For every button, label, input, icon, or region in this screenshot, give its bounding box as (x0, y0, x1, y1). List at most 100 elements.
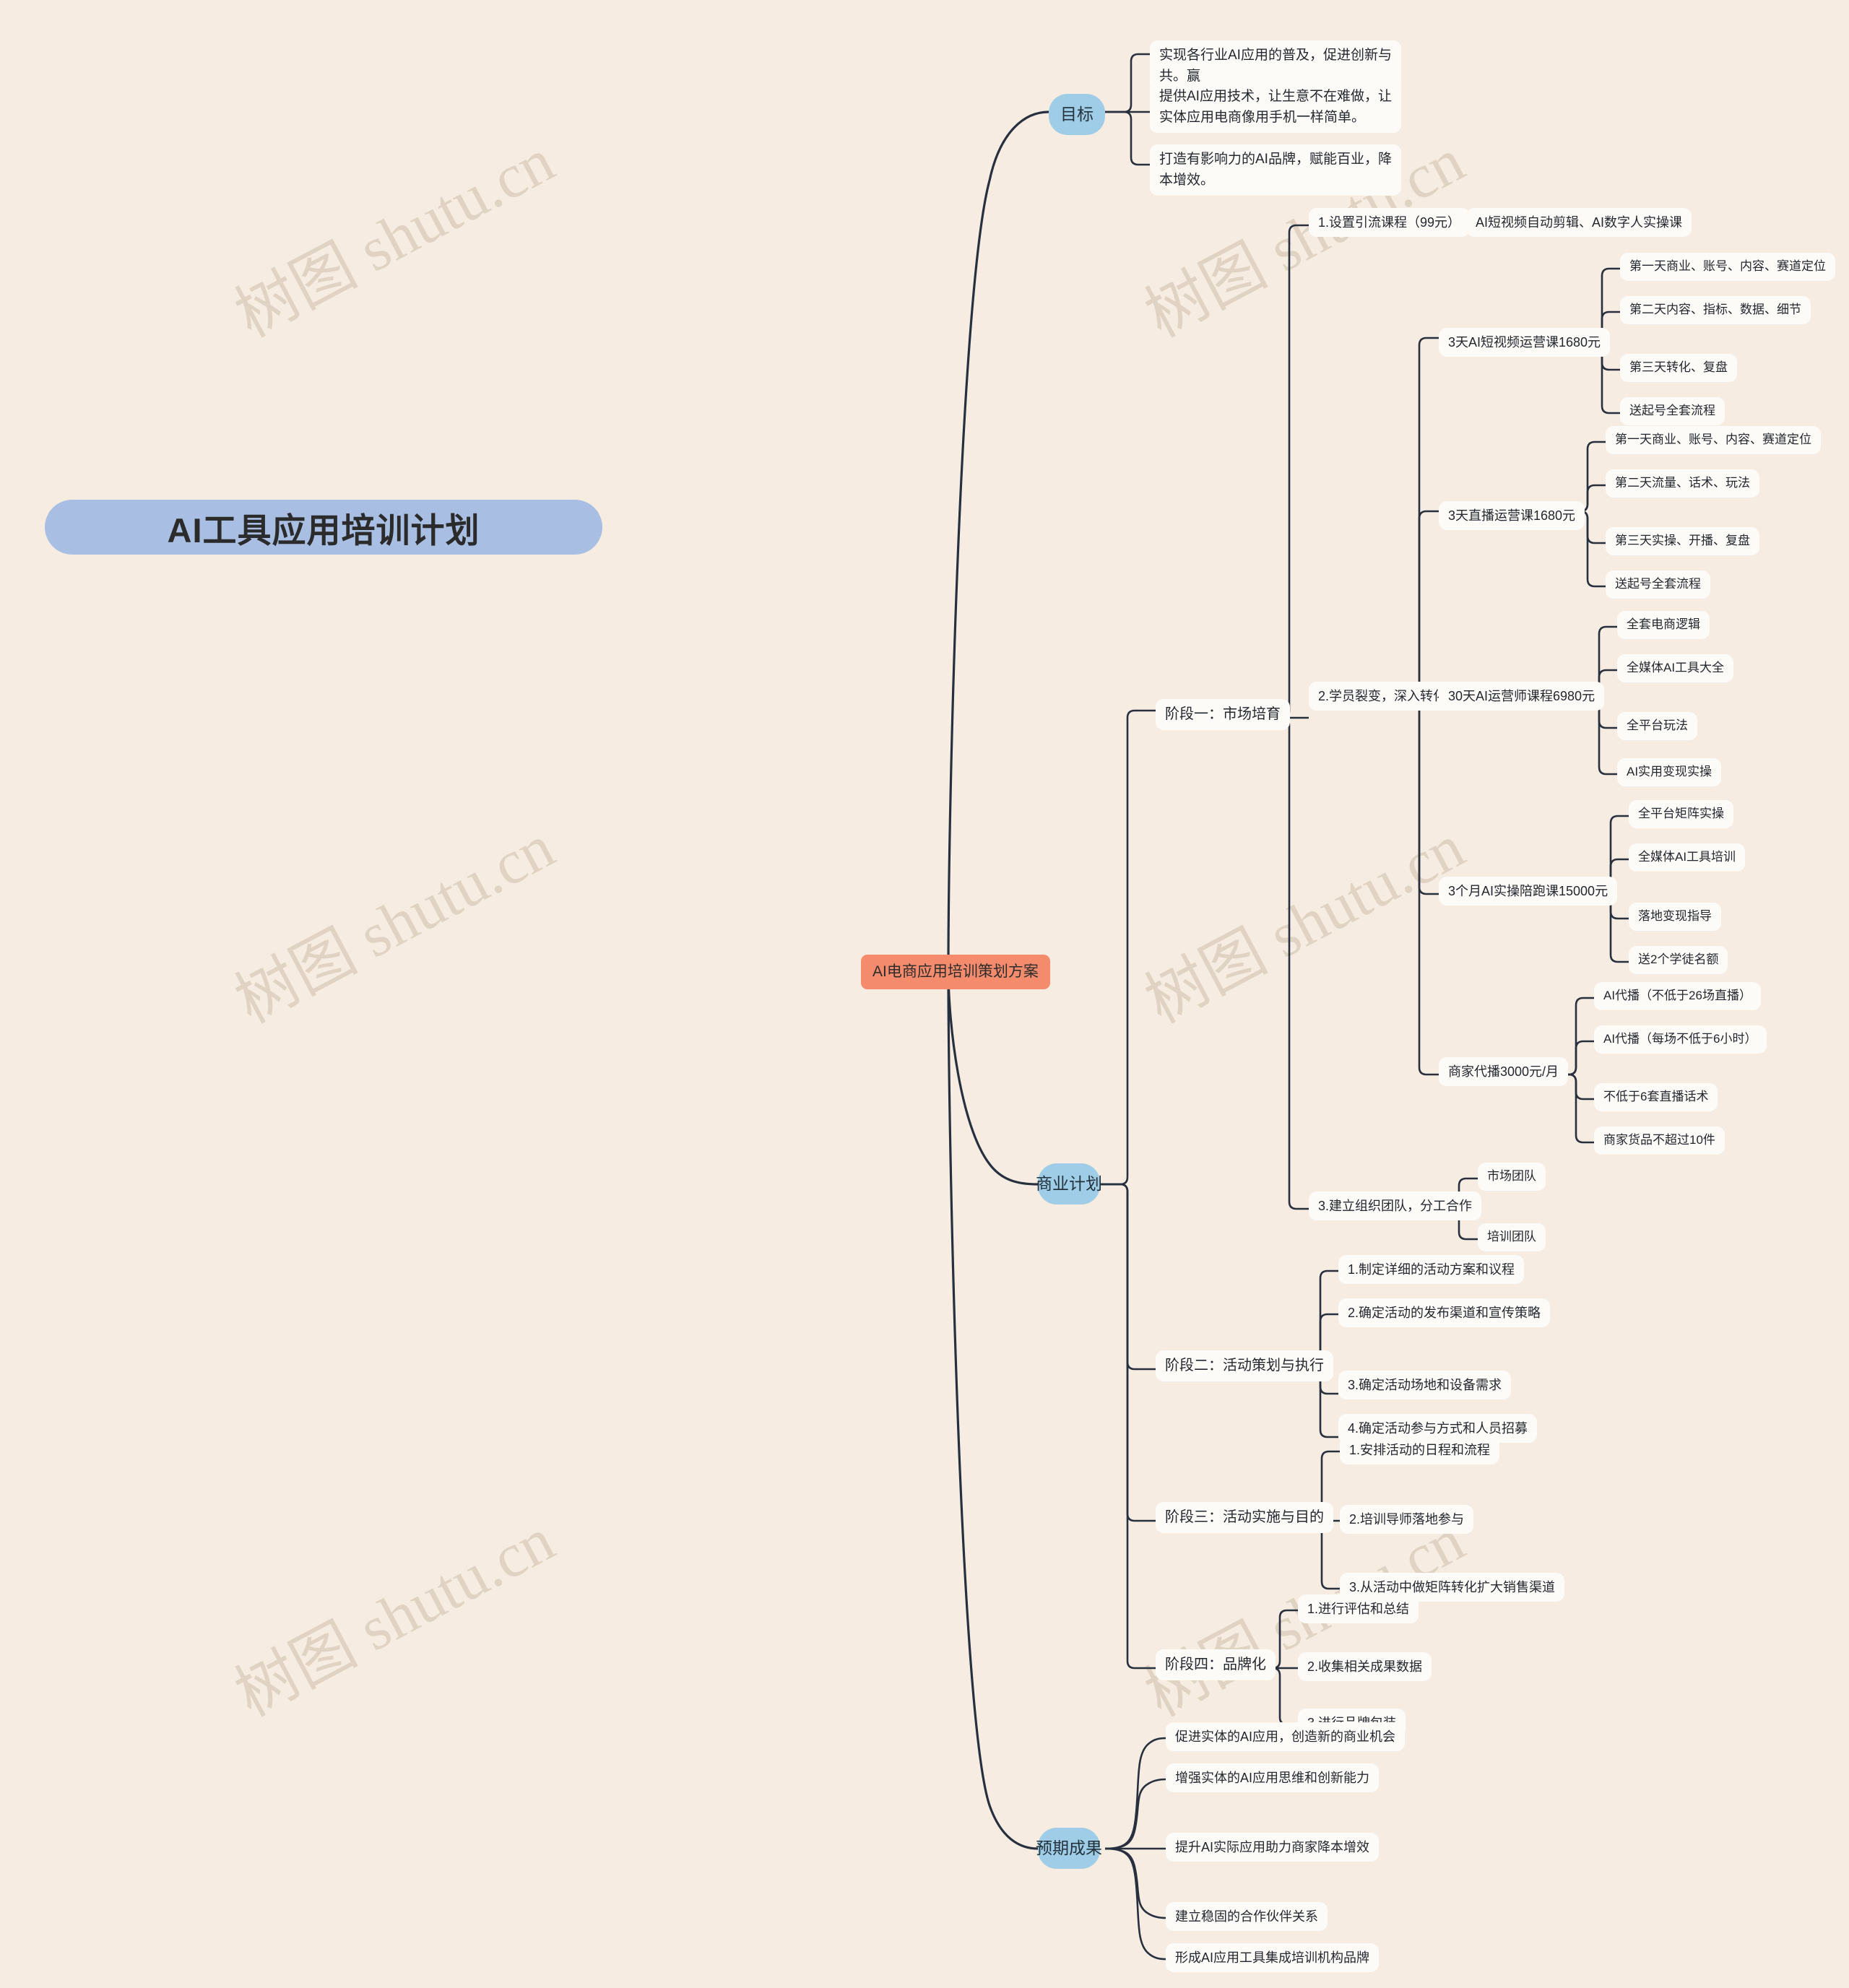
root-node[interactable]: AI电商应用培训策划方案 (861, 955, 1050, 990)
stage-node[interactable]: 阶段一：市场培育 (1156, 699, 1290, 730)
course-detail[interactable]: 第一天商业、账号、内容、赛道定位 (1620, 253, 1835, 281)
stage-item-label: 3.确定活动场地和设备需求 (1348, 1378, 1502, 1392)
branch-node-goal-label: 目标 (1060, 105, 1094, 123)
course-detail[interactable]: 第二天内容、指标、数据、细节 (1620, 296, 1811, 324)
stage-item-label: 1.制定详细的活动方案和议程 (1348, 1262, 1515, 1277)
root-node-label: AI电商应用培训策划方案 (872, 963, 1039, 980)
team-node[interactable]: 市场团队 (1478, 1163, 1546, 1191)
expected-result-label: 建立稳固的合作伙伴关系 (1175, 1909, 1318, 1924)
stage-item-label: 1.设置引流课程（99元） (1318, 215, 1461, 230)
course-detail[interactable]: AI代播（不低于26场直播） (1594, 982, 1761, 1010)
stage-item[interactable]: 2.确定活动的发布渠道和宣传策略 (1338, 1298, 1551, 1328)
course-detail[interactable]: 全平台玩法 (1617, 712, 1697, 740)
course-detail-label: 全平台矩阵实操 (1638, 807, 1724, 820)
course-detail-label: AI实用变现实操 (1627, 765, 1712, 778)
course-detail-label: 全套电商逻辑 (1627, 617, 1700, 631)
course-node[interactable]: 商家代播3000元/月 (1439, 1057, 1569, 1087)
stage-item[interactable]: 3.建立组织团队，分工合作 (1309, 1192, 1482, 1221)
course-detail-label: AI代播（不低于26场直播） (1603, 989, 1751, 1002)
stage-node[interactable]: 阶段二：活动策划与执行 (1156, 1350, 1333, 1381)
expected-result-item[interactable]: 形成AI应用工具集成培训机构品牌 (1166, 1943, 1380, 1973)
course-node-label: 商家代播3000元/月 (1448, 1064, 1559, 1079)
branch-node-goal[interactable]: 目标 (1049, 94, 1105, 136)
course-detail-label: AI代播（每场不低于6小时） (1603, 1032, 1757, 1046)
course-detail-label: 送2个学徒名额 (1638, 952, 1719, 966)
course-detail[interactable]: 第三天实操、开播、复盘 (1606, 527, 1759, 555)
course-detail-label: 送起号全套流程 (1629, 404, 1715, 417)
expected-result-label: 增强实体的AI应用思维和创新能力 (1175, 1771, 1370, 1785)
expected-result-item[interactable]: 提升AI实际应用助力商家降本增效 (1166, 1833, 1380, 1862)
course-detail-label: 第一天商业、账号、内容、赛道定位 (1629, 259, 1826, 273)
course-node[interactable]: 30天AI运营师课程6980元 (1439, 682, 1605, 711)
goal-item-label: 提供AI应用技术，让生意不在难做，让实体应用电商像用手机一样简单。 (1159, 89, 1392, 125)
course-detail[interactable]: 第三天转化、复盘 (1620, 354, 1737, 382)
goal-item[interactable]: 打造有影响力的AI品牌，赋能百业，降本增效。 (1150, 144, 1401, 196)
stage-item[interactable]: 2.学员裂变，深入转化 (1309, 682, 1456, 711)
stage-item[interactable]: 1.安排活动的日程和流程 (1340, 1436, 1500, 1465)
stage-item[interactable]: 1.进行评估和总结 (1298, 1594, 1419, 1624)
stage-subitem-label: AI短视频自动剪辑、AI数字人实操课 (1476, 215, 1683, 230)
stage-item[interactable]: 1.制定详细的活动方案和议程 (1338, 1255, 1525, 1285)
course-detail-label: 全媒体AI工具培训 (1638, 850, 1736, 864)
stage-item[interactable]: 2.收集相关成果数据 (1298, 1652, 1432, 1682)
course-detail-label: 第三天转化、复盘 (1629, 360, 1728, 374)
stage-subitem[interactable]: AI短视频自动剪辑、AI数字人实操课 (1466, 208, 1692, 238)
expected-result-label: 形成AI应用工具集成培训机构品牌 (1175, 1950, 1370, 1965)
stage-item-label: 2.学员裂变，深入转化 (1318, 689, 1447, 703)
course-detail[interactable]: 第二天流量、话术、玩法 (1606, 469, 1759, 498)
course-node[interactable]: 3天直播运营课1680元 (1439, 501, 1585, 531)
course-detail-label: 商家货品不超过10件 (1603, 1133, 1715, 1147)
expected-result-item[interactable]: 建立稳固的合作伙伴关系 (1166, 1902, 1328, 1932)
stage-item-label: 3.建立组织团队，分工合作 (1318, 1199, 1473, 1213)
course-detail[interactable]: 全媒体AI工具大全 (1617, 654, 1734, 682)
course-detail[interactable]: 全媒体AI工具培训 (1629, 843, 1746, 872)
stage-item[interactable]: 3.确定活动场地和设备需求 (1338, 1371, 1512, 1400)
expected-result-label: 促进实体的AI应用，创造新的商业机会 (1175, 1729, 1396, 1744)
course-detail-label: 全媒体AI工具大全 (1627, 661, 1725, 674)
stage-item-label: 1.安排活动的日程和流程 (1349, 1443, 1491, 1457)
course-detail[interactable]: 不低于6套直播话术 (1594, 1083, 1718, 1111)
course-detail[interactable]: AI实用变现实操 (1617, 758, 1722, 786)
course-detail[interactable]: 商家货品不超过10件 (1594, 1127, 1725, 1155)
team-node-label: 培训团队 (1487, 1230, 1536, 1243)
stage-item[interactable]: 1.设置引流课程（99元） (1309, 208, 1471, 238)
team-node-label: 市场团队 (1487, 1169, 1536, 1183)
connector-lines (947, 53, 1629, 1961)
course-detail[interactable]: 全套电商逻辑 (1617, 611, 1710, 639)
course-node-label: 3个月AI实操陪跑课15000元 (1448, 884, 1608, 898)
course-node-label: 30天AI运营师课程6980元 (1448, 689, 1595, 703)
branch-node-business-plan[interactable]: 商业计划 (1036, 1163, 1102, 1205)
goal-item[interactable]: 提供AI应用技术，让生意不在难做，让实体应用电商像用手机一样简单。 (1150, 82, 1401, 133)
expected-result-item[interactable]: 促进实体的AI应用，创造新的商业机会 (1166, 1722, 1406, 1752)
course-node[interactable]: 3个月AI实操陪跑课15000元 (1439, 877, 1618, 906)
branch-node-expected-results-label: 预期成果 (1036, 1839, 1102, 1857)
stage-node-label: 阶段四：品牌化 (1165, 1657, 1266, 1672)
course-detail[interactable]: 第一天商业、账号、内容、赛道定位 (1606, 426, 1821, 454)
course-node[interactable]: 3天AI短视频运营课1680元 (1439, 328, 1611, 357)
expected-result-item[interactable]: 增强实体的AI应用思维和创新能力 (1166, 1763, 1380, 1793)
stage-node[interactable]: 阶段四：品牌化 (1156, 1649, 1276, 1680)
stage-node-label: 阶段二：活动策划与执行 (1165, 1358, 1324, 1373)
branch-node-business-plan-label: 商业计划 (1036, 1174, 1102, 1193)
course-detail[interactable]: 送起号全套流程 (1620, 397, 1725, 425)
stage-item[interactable]: 2.培训导师落地参与 (1340, 1505, 1474, 1535)
course-detail[interactable]: 送2个学徒名额 (1629, 946, 1728, 974)
goal-item-label: 打造有影响力的AI品牌，赋能百业，降本增效。 (1159, 152, 1392, 188)
course-detail[interactable]: 全平台矩阵实操 (1629, 800, 1733, 828)
course-detail-label: 第二天内容、指标、数据、细节 (1629, 303, 1801, 316)
branch-node-expected-results[interactable]: 预期成果 (1036, 1828, 1102, 1870)
stage-node-label: 阶段三：活动实施与目的 (1165, 1509, 1324, 1525)
team-node[interactable]: 培训团队 (1478, 1223, 1546, 1251)
course-detail-label: 全平台玩法 (1627, 719, 1688, 732)
goal-item-label: 实现各行业AI应用的普及，促进创新与共。赢 (1159, 48, 1392, 84)
course-detail-label: 第一天商业、账号、内容、赛道定位 (1615, 433, 1811, 446)
stage-item-label: 2.确定活动的发布渠道和宣传策略 (1348, 1306, 1541, 1320)
expected-result-label: 提升AI实际应用助力商家降本增效 (1175, 1840, 1370, 1854)
course-detail[interactable]: 送起号全套流程 (1606, 570, 1710, 599)
stage-node-label: 阶段一：市场培育 (1165, 706, 1281, 722)
course-node-label: 3天直播运营课1680元 (1448, 508, 1576, 523)
mindmap-canvas: 树图 shutu.cn 树图 shutu.cn 树图 shutu.cn 树图 s… (0, 0, 1849, 1988)
course-detail[interactable]: 落地变现指导 (1629, 903, 1721, 931)
stage-node[interactable]: 阶段三：活动实施与目的 (1156, 1502, 1333, 1533)
course-detail[interactable]: AI代播（每场不低于6小时） (1594, 1025, 1767, 1054)
